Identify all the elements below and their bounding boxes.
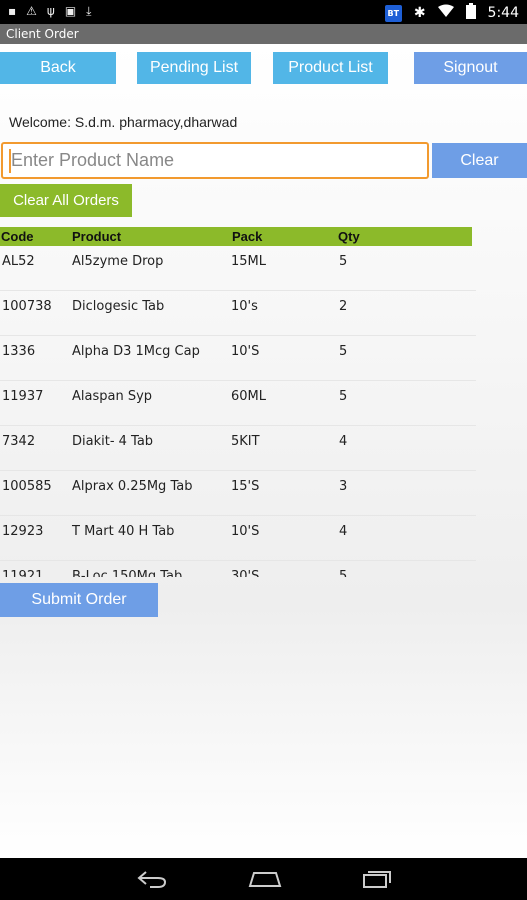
cell-pack: 30'S [231,569,260,577]
recents-nav-icon[interactable] [362,869,392,889]
cell-code: 7342 [2,434,36,449]
cell-product: Al5zyme Drop [72,254,164,269]
cell-pack: 15ML [231,254,267,269]
table-row[interactable]: 11937 Alaspan Syp 60ML 5 [0,381,476,426]
bluetooth-icon: ✱ [413,5,426,21]
system-nav-bar [0,858,527,900]
table-row[interactable]: 11921 B-Loc 150Mg Tab 30'S 5 [0,561,476,577]
product-search-field[interactable] [1,142,429,179]
bt-badge: BT [384,4,402,22]
clear-all-orders-button[interactable]: Clear All Orders [0,184,132,217]
text-caret [9,149,11,173]
table-row[interactable]: 100738 Diclogesic Tab 10's 2 [0,291,476,336]
table-row[interactable]: 12923 T Mart 40 H Tab 10'S 4 [0,516,476,561]
header-code: Code [1,229,34,244]
submit-order-button[interactable]: Submit Order [0,583,158,617]
cell-code: AL52 [2,254,35,269]
back-button[interactable]: Back [0,52,116,84]
cell-qty: 3 [339,479,348,494]
cell-product: Alaspan Syp [72,389,153,404]
table-row[interactable]: 7342 Diakit- 4 Tab 5KIT 4 [0,426,476,471]
home-nav-icon[interactable] [248,870,282,888]
cell-product: Diclogesic Tab [72,299,165,314]
table-header: Code Product Pack Qty [0,227,472,246]
back-nav-icon[interactable] [136,869,168,889]
window-title: Client Order [0,24,527,44]
wifi-icon [437,4,454,22]
battery-icon [465,3,476,23]
cell-qty: 5 [339,389,348,404]
cell-code: 12923 [2,524,44,539]
cell-code: 1336 [2,344,36,359]
cell-pack: 60ML [231,389,267,404]
product-list-button[interactable]: Product List [273,52,388,84]
cell-qty: 4 [339,524,348,539]
cell-code: 100585 [2,479,52,494]
notification-icons: ▪ ⚠ ψ ▣ ⤓ [8,4,91,19]
cell-pack: 5KIT [231,434,260,449]
cell-pack: 10'S [231,524,260,539]
cell-pack: 15'S [231,479,260,494]
cell-qty: 5 [339,344,348,359]
cell-qty: 2 [339,299,348,314]
table-row[interactable]: AL52 Al5zyme Drop 15ML 5 [0,246,476,291]
cell-qty: 5 [339,254,348,269]
cell-qty: 4 [339,434,348,449]
image-icon: ▣ [64,4,77,18]
header-product: Product [72,229,122,244]
sd-card-icon: ▪ [8,4,17,18]
cell-qty: 5 [339,569,348,577]
welcome-text: Welcome: S.d.m. pharmacy,dharwad [9,114,238,130]
table-row[interactable]: 1336 Alpha D3 1Mcg Cap 10'S 5 [0,336,476,381]
app-content: Back Pending List Product List Signout W… [0,44,527,858]
pending-list-button[interactable]: Pending List [137,52,251,84]
cell-code: 11921 [2,569,44,577]
clear-button[interactable]: Clear [432,143,527,178]
product-search-input[interactable] [11,150,427,171]
cell-product: T Mart 40 H Tab [72,524,175,539]
header-qty: Qty [338,229,360,244]
warning-icon: ⚠ [26,4,37,18]
cell-code: 11937 [2,389,44,404]
signout-button[interactable]: Signout [414,52,527,84]
table-row[interactable]: 100585 Alprax 0.25Mg Tab 15'S 3 [0,471,476,516]
cell-product: Alprax 0.25Mg Tab [72,479,193,494]
cell-product: B-Loc 150Mg Tab [72,569,183,577]
status-bar: ▪ ⚠ ψ ▣ ⤓ BT ✱ 5:44 [0,0,527,24]
usb-icon: ψ [46,4,55,18]
order-list[interactable]: AL52 Al5zyme Drop 15ML 5 100738 Dicloges… [0,246,476,577]
header-pack: Pack [232,229,263,244]
clock: 5:44 [487,5,519,21]
cell-pack: 10's [231,299,258,314]
cell-product: Alpha D3 1Mcg Cap [72,344,200,359]
cell-product: Diakit- 4 Tab [72,434,154,449]
cell-code: 100738 [2,299,52,314]
download-icon: ⤓ [86,4,92,18]
cell-pack: 10'S [231,344,260,359]
